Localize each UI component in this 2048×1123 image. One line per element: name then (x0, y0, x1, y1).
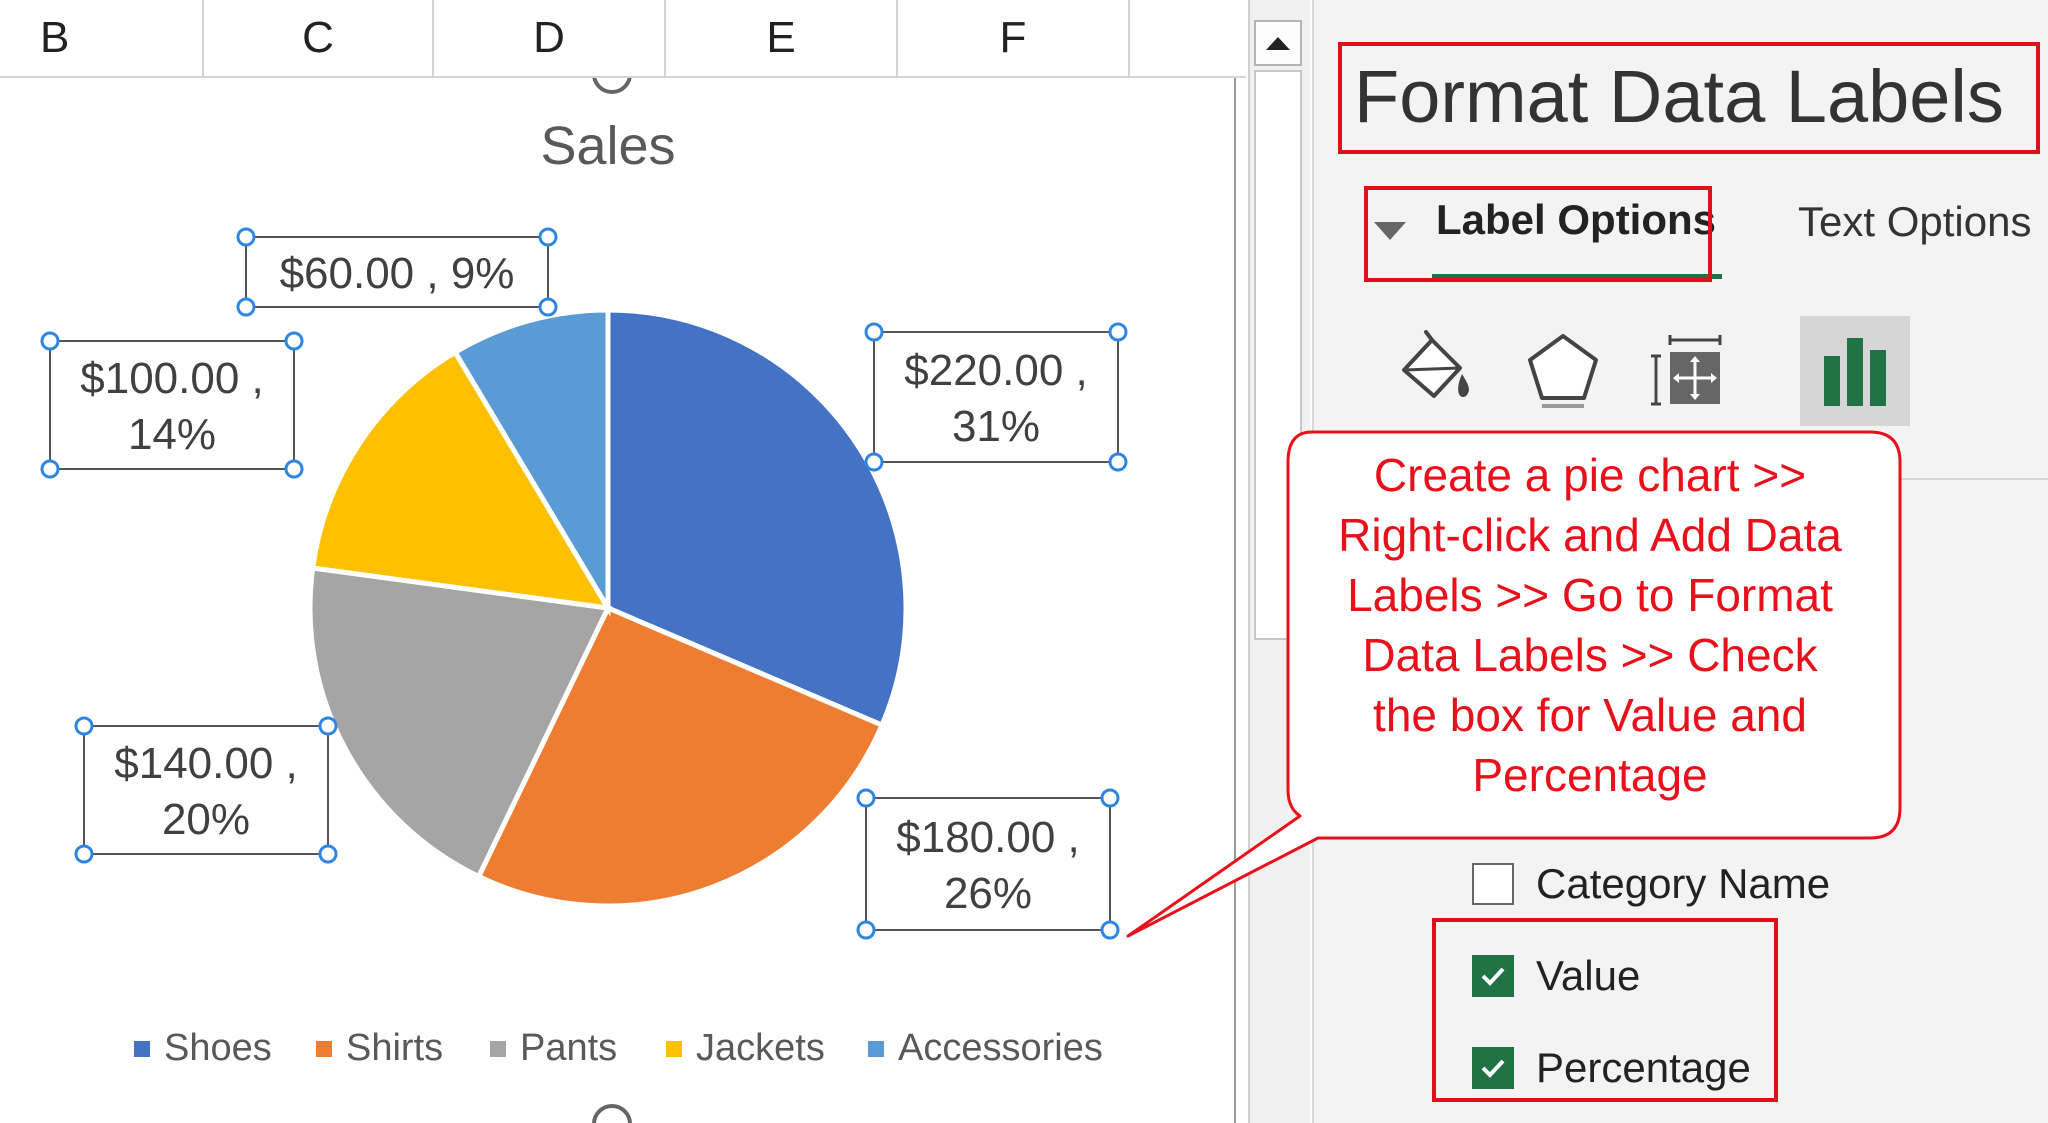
callout-line: the box for Value and (1373, 689, 1807, 741)
callout-line: Data Labels >> Check (1362, 629, 1818, 681)
callout-line: Right-click and Add Data (1338, 509, 1842, 561)
callout-line: Percentage (1472, 749, 1708, 801)
callout-line: Create a pie chart >> (1373, 449, 1807, 501)
callout-line: Labels >> Go to Format (1347, 569, 1833, 621)
callout-text: Create a pie chart >> Right-click and Ad… (1290, 445, 1890, 805)
